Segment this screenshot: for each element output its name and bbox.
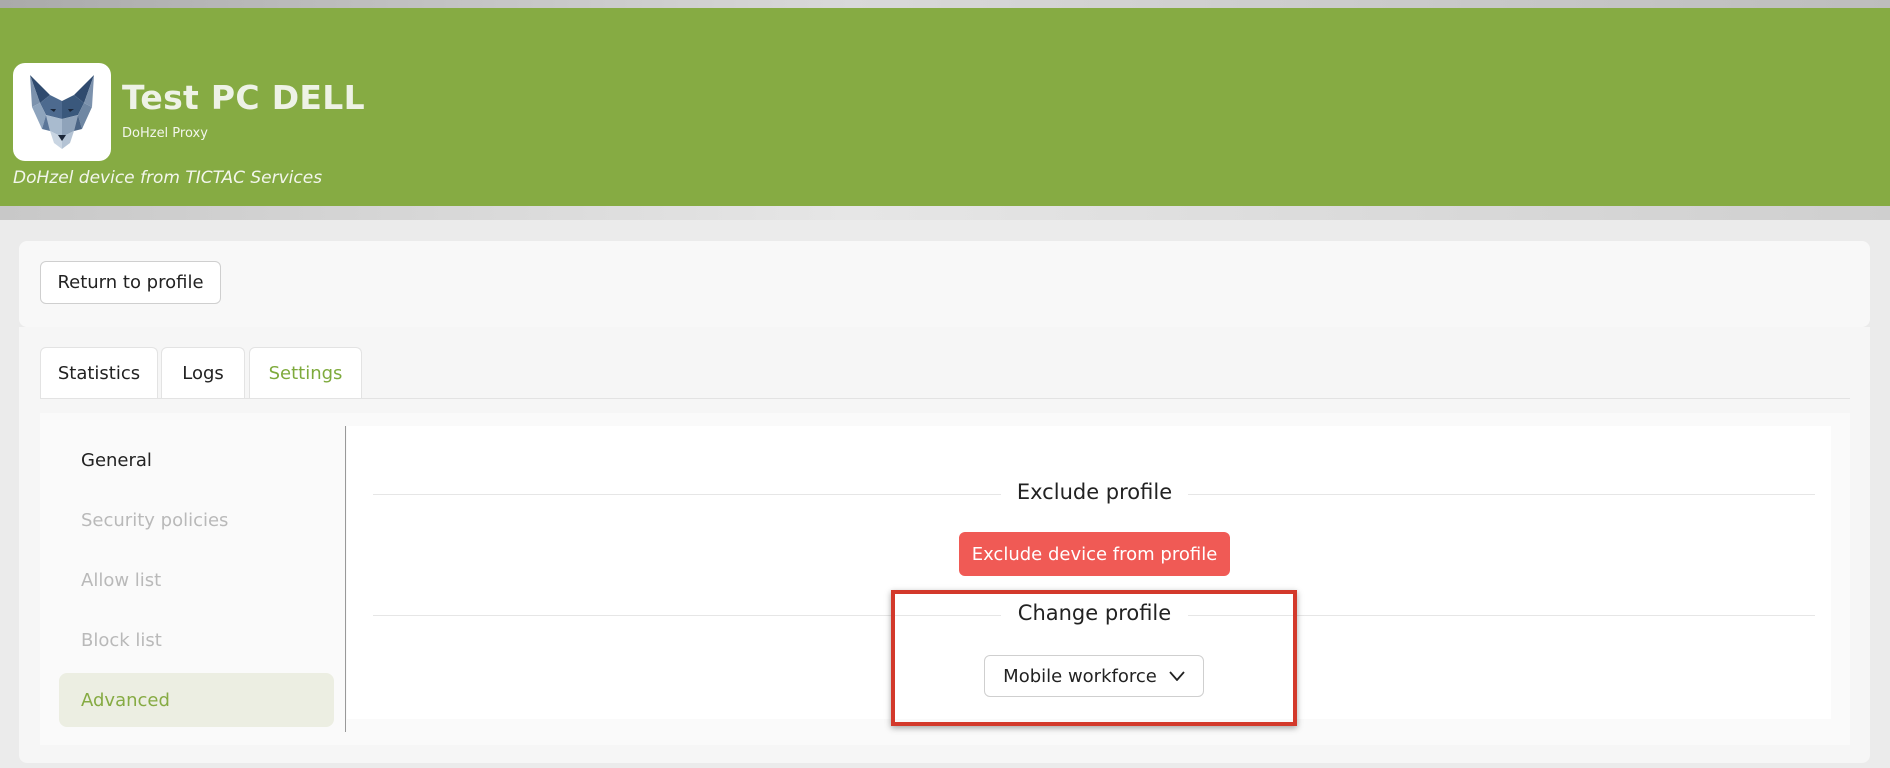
- device-header: Test PC DELL DoHzel Proxy DoHzel device …: [0, 8, 1890, 206]
- sidebar-item-advanced[interactable]: Advanced: [59, 673, 334, 727]
- wolf-logo-icon: [30, 75, 94, 149]
- device-description: DoHzel device from TICTAC Services: [13, 168, 323, 188]
- header-bottom-strip: [0, 206, 1890, 220]
- change-profile-heading: Change profile: [1017, 601, 1172, 625]
- device-subtitle: DoHzel Proxy: [122, 126, 208, 141]
- section-rule-right: [1188, 615, 1815, 616]
- tab-settings[interactable]: Settings: [249, 347, 362, 399]
- section-rule-right: [1188, 494, 1815, 495]
- sidebar-item-general[interactable]: General: [59, 433, 334, 487]
- return-to-profile-button[interactable]: Return to profile: [40, 261, 221, 304]
- sidebar-item-block-list: Block list: [81, 629, 162, 651]
- tab-logs[interactable]: Logs: [161, 347, 245, 399]
- exclude-profile-heading: Exclude profile: [1016, 480, 1173, 504]
- profile-select-value: Mobile workforce: [1003, 665, 1157, 687]
- action-card: [19, 241, 1870, 327]
- top-gradient-strip: [0, 0, 1890, 8]
- tabs-divider: [40, 398, 1850, 399]
- tab-statistics[interactable]: Statistics: [40, 347, 158, 399]
- sidebar-item-allow-list: Allow list: [81, 569, 162, 591]
- sidebar-item-security-policies: Security policies: [81, 509, 229, 531]
- device-logo: [13, 63, 111, 161]
- chevron-down-icon: [1169, 671, 1185, 681]
- device-title: Test PC DELL: [122, 78, 365, 117]
- exclude-device-button[interactable]: Exclude device from profile: [959, 532, 1230, 576]
- section-rule-left: [373, 615, 1001, 616]
- sidebar-divider: [345, 426, 346, 732]
- section-rule-left: [373, 494, 1001, 495]
- profile-select[interactable]: Mobile workforce: [984, 655, 1204, 697]
